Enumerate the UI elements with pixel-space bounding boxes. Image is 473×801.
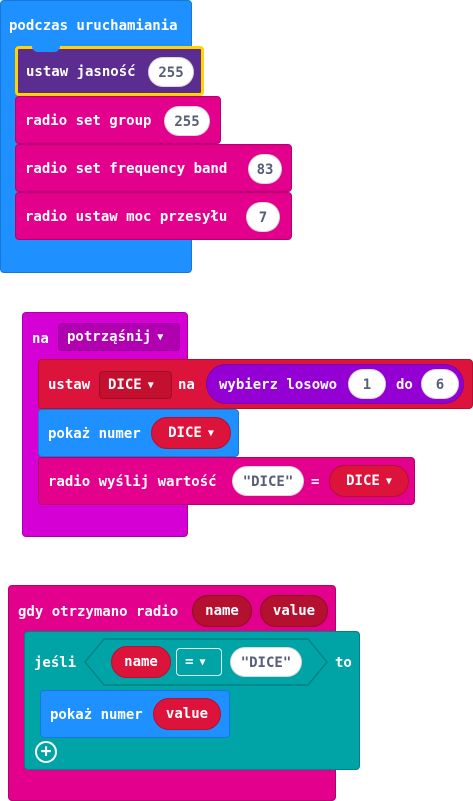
power-value-input[interactable]: 7	[246, 202, 280, 232]
group-value-input[interactable]: 255	[164, 106, 210, 136]
param-value-reporter[interactable]: value	[260, 595, 328, 627]
show-number-value-block[interactable]: pokaż numer value	[40, 690, 230, 738]
gesture-dropdown-label: potrząśnij	[67, 329, 152, 345]
radio-set-frequency-label: radio set frequency band	[25, 161, 228, 177]
if-label: jeśli	[34, 655, 77, 671]
radio-send-value-label: radio wyślij wartość	[48, 474, 217, 490]
gesture-dropdown[interactable]: potrząśnij ▼	[58, 323, 180, 351]
show-number-label: pokaż numer	[50, 707, 143, 723]
random-max-label: do	[396, 377, 413, 393]
variable-dropdown-dice[interactable]: DICE ▼	[99, 371, 172, 399]
operator-label: =	[185, 654, 194, 670]
radio-set-power-block[interactable]: radio ustaw moc przesyłu 7	[15, 192, 292, 240]
random-min-input[interactable]: 1	[348, 369, 386, 399]
dice-variable-reporter[interactable]: DICE ▼	[151, 417, 231, 449]
random-max-input[interactable]: 6	[421, 369, 459, 399]
brightness-value-input[interactable]: 255	[148, 57, 194, 87]
set-variable-to-label: na	[178, 377, 195, 393]
show-number-dice-block[interactable]: pokaż numer DICE ▼	[38, 409, 239, 457]
then-label: to	[335, 655, 352, 671]
operator-dropdown[interactable]: = ▼	[176, 648, 222, 676]
on-radio-received-label: gdy otrzymano radio	[18, 604, 179, 620]
set-brightness-block[interactable]: ustaw jasność 255	[15, 46, 204, 96]
dropdown-caret-icon: ▼	[157, 332, 164, 343]
param-name-reporter[interactable]: name	[192, 595, 252, 627]
random-number-block[interactable]: wybierz losowo 1 do 6	[206, 364, 464, 404]
send-equals-label: =	[311, 474, 320, 490]
on-shake-prefix: na	[32, 331, 49, 347]
block-notch	[32, 46, 60, 52]
set-brightness-label: ustaw jasność	[26, 64, 136, 80]
frequency-value-input[interactable]: 83	[248, 154, 282, 184]
radio-send-value-block[interactable]: radio wyślij wartość "DICE" = DICE ▼	[38, 457, 415, 505]
dropdown-caret-icon: ▼	[147, 380, 154, 391]
set-variable-block[interactable]: ustaw DICE ▼ na wybierz losowo 1 do 6	[38, 359, 473, 409]
compare-string-input[interactable]: "DICE"	[230, 647, 302, 677]
send-name-input[interactable]: "DICE"	[232, 466, 304, 496]
variable-dropdown-label: DICE	[108, 377, 142, 393]
show-number-label: pokaż numer	[48, 426, 141, 442]
set-variable-label: ustaw	[48, 377, 91, 393]
random-label: wybierz losowo	[219, 377, 338, 393]
name-variable-reporter[interactable]: name	[111, 646, 171, 678]
if-footer: +	[25, 738, 359, 769]
radio-set-group-block[interactable]: radio set group 255	[15, 96, 221, 144]
value-variable-reporter[interactable]: value	[153, 698, 221, 730]
dice-variable-label: DICE	[346, 473, 380, 489]
dice-variable-reporter[interactable]: DICE ▼	[329, 465, 409, 497]
radio-set-group-label: radio set group	[25, 113, 152, 129]
dice-variable-label: DICE	[168, 425, 202, 441]
on-start-label: podczas uruchamiania	[9, 18, 178, 34]
dropdown-caret-icon: ▼	[207, 428, 214, 439]
dropdown-caret-icon: ▼	[199, 657, 206, 668]
plus-icon[interactable]: +	[35, 741, 57, 763]
radio-set-power-label: radio ustaw moc przesyłu	[25, 209, 228, 225]
dropdown-caret-icon: ▼	[385, 476, 392, 487]
radio-set-frequency-block[interactable]: radio set frequency band 83	[15, 144, 292, 192]
